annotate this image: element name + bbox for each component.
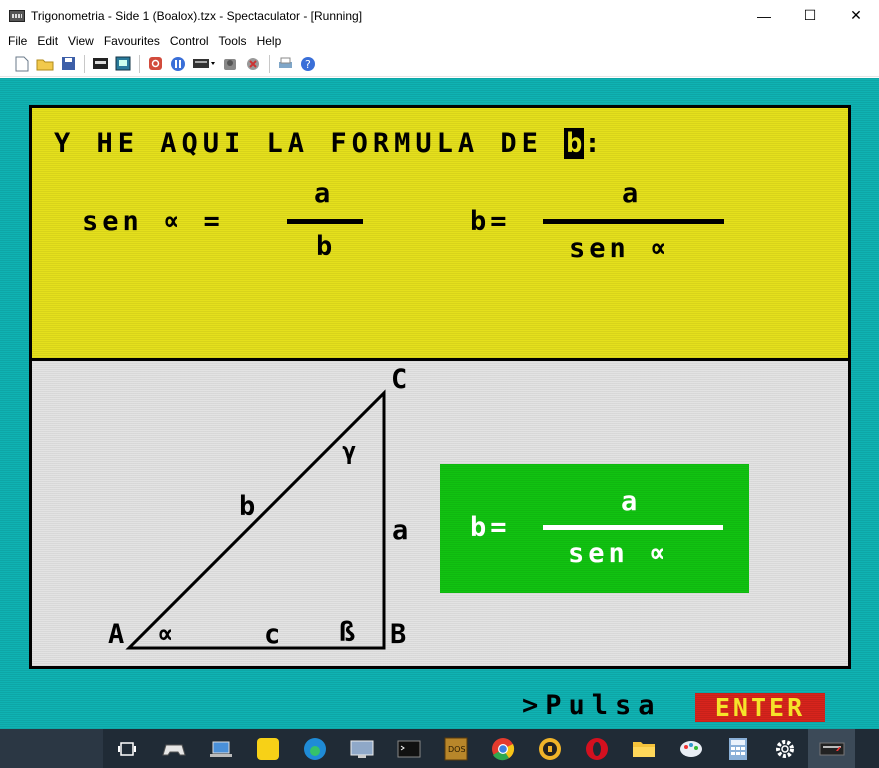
window-title: Trigonometria - Side 1 (Boalox).tzx - Sp…: [31, 8, 363, 23]
edge-icon[interactable]: [291, 729, 338, 768]
menu-help[interactable]: Help: [252, 34, 287, 48]
side-b-label: b: [239, 491, 260, 522]
toolbar-separator: [84, 54, 85, 73]
save-icon[interactable]: [59, 55, 77, 73]
task-view-icon[interactable]: [103, 729, 150, 768]
formula2-denominator: sen ∝: [569, 233, 671, 264]
joystick-icon[interactable]: [221, 55, 239, 73]
paint-icon[interactable]: [667, 729, 714, 768]
formula1-lhs: sen ∝ =: [82, 206, 224, 237]
toolbar: ?: [0, 51, 879, 77]
close-button[interactable]: ✕: [833, 0, 879, 31]
angle-alpha-label: ∝: [157, 619, 178, 650]
open-folder-icon[interactable]: [36, 55, 54, 73]
chrome-icon[interactable]: [479, 729, 526, 768]
angle-beta-label: ß: [339, 617, 360, 648]
toolbar-separator: [269, 54, 270, 73]
title-bar: Trigonometria - Side 1 (Boalox).tzx - Sp…: [0, 0, 879, 31]
heading-suffix: :: [584, 128, 606, 159]
menu-tools[interactable]: Tools: [214, 34, 252, 48]
svg-text:?: ?: [305, 58, 311, 71]
spectaculator-app-icon: [9, 9, 25, 22]
result-lhs: b=: [470, 512, 511, 543]
formula2-lhs: b=: [470, 206, 511, 237]
reset-icon[interactable]: [146, 55, 164, 73]
menu-bar: File Edit View Favourites Control Tools …: [0, 31, 879, 51]
new-file-icon[interactable]: [13, 55, 31, 73]
windows-taskbar: DOS: [0, 729, 879, 768]
angle-gamma-label: γ: [342, 437, 361, 465]
vertex-a-label: A: [108, 619, 129, 650]
printer-icon[interactable]: [276, 55, 294, 73]
result-fraction-line: [543, 525, 723, 530]
game-controller-icon[interactable]: [150, 729, 197, 768]
keyboard-icon[interactable]: [192, 55, 216, 73]
formula2-numerator: a: [622, 178, 643, 209]
menu-view[interactable]: View: [63, 34, 99, 48]
heading: Y HE AQUI LA FORMULA DE b:: [54, 128, 606, 159]
continue-prompt: >Pulsa: [522, 690, 662, 721]
heading-prefix: Y HE AQUI LA FORMULA DE: [54, 128, 565, 159]
emulator-screen[interactable]: Y HE AQUI LA FORMULA DE b: sen ∝ = a b b…: [0, 78, 879, 729]
minimize-button[interactable]: —: [741, 0, 787, 31]
svg-text:DOS: DOS: [448, 745, 466, 754]
vpn-icon[interactable]: [526, 729, 573, 768]
settings-icon[interactable]: [761, 729, 808, 768]
vertex-b-label: B: [390, 619, 411, 650]
window-controls: — ☐ ✕: [741, 0, 879, 31]
taskbar-search-area[interactable]: [0, 729, 103, 768]
vertex-c-label: C: [391, 364, 412, 395]
triangle-panel: C γ b a A ∝ c ß B b= a sen ∝: [29, 358, 851, 669]
formula1-fraction-line: [287, 219, 363, 224]
result-formula-box: b= a sen ∝: [440, 464, 749, 593]
pause-icon[interactable]: [169, 55, 187, 73]
side-c-label: c: [264, 619, 285, 650]
result-denominator: sen ∝: [568, 538, 670, 569]
formula1-numerator: a: [314, 178, 335, 209]
maximize-button[interactable]: ☐: [787, 0, 833, 31]
toolbar-separator: [139, 54, 140, 73]
help-icon[interactable]: ?: [299, 55, 317, 73]
opera-icon[interactable]: [573, 729, 620, 768]
snapshot-icon[interactable]: [114, 55, 132, 73]
calculator-icon[interactable]: [714, 729, 761, 768]
formula-panel: Y HE AQUI LA FORMULA DE b: sen ∝ = a b b…: [29, 105, 851, 358]
file-explorer-icon[interactable]: [620, 729, 667, 768]
spectaculator-icon[interactable]: [808, 729, 855, 768]
formula2-fraction-line: [543, 219, 724, 224]
sticky-notes-icon[interactable]: [244, 729, 291, 768]
side-a-label: a: [392, 515, 413, 546]
terminal-icon[interactable]: [385, 729, 432, 768]
enter-key-label: ENTER: [695, 693, 825, 722]
menu-control[interactable]: Control: [165, 34, 214, 48]
tape-icon[interactable]: [91, 55, 109, 73]
formula1-denominator: b: [316, 231, 337, 262]
heading-highlight: b: [564, 128, 585, 159]
menu-file[interactable]: File: [3, 34, 32, 48]
menu-favourites[interactable]: Favourites: [99, 34, 165, 48]
remote-desktop-icon[interactable]: [338, 729, 385, 768]
audio-icon[interactable]: [244, 55, 262, 73]
menu-edit[interactable]: Edit: [32, 34, 63, 48]
dosbox-icon[interactable]: DOS: [432, 729, 479, 768]
laptop-icon[interactable]: [197, 729, 244, 768]
result-numerator: a: [621, 486, 642, 517]
